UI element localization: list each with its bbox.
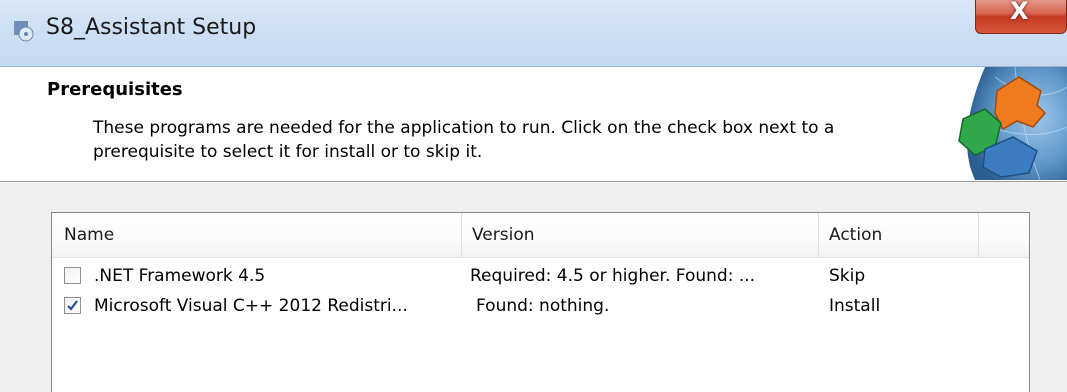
setup-app-icon (14, 21, 34, 42)
prerequisites-list[interactable]: Name Version Action .NET Framework 4.5 R… (51, 212, 1030, 392)
window-title: S8_Assistant Setup (46, 15, 257, 40)
page-title: Prerequisites (47, 79, 183, 100)
column-header-name[interactable]: Name (52, 213, 462, 257)
list-item[interactable]: Microsoft Visual C++ 2012 Redistri... Fo… (52, 291, 1029, 321)
prerequisite-name: Microsoft Visual C++ 2012 Redistri... (94, 296, 408, 316)
close-icon: X (1010, 0, 1029, 25)
list-item[interactable]: .NET Framework 4.5 Required: 4.5 or high… (52, 261, 1029, 291)
prerequisite-checkbox[interactable] (64, 297, 81, 314)
title-bar[interactable]: S8_Assistant Setup X (0, 0, 1067, 67)
page-description: These programs are needed for the applic… (93, 118, 835, 162)
header-banner: Prerequisites These programs are needed … (0, 67, 1067, 182)
prerequisite-name: .NET Framework 4.5 (94, 266, 266, 286)
prerequisite-version: Required: 4.5 or higher. Found: ... (470, 266, 756, 286)
setup-window: S8_Assistant Setup X Prerequisites These… (0, 0, 1067, 392)
prerequisite-checkbox[interactable] (64, 267, 81, 284)
prerequisite-action: Skip (829, 266, 866, 286)
close-button[interactable]: X (975, 0, 1067, 34)
prerequisite-action: Install (829, 296, 881, 316)
column-header-action[interactable]: Action (819, 213, 979, 257)
checkmark-icon (67, 300, 78, 311)
installer-logo-icon (958, 67, 1067, 180)
column-header-version[interactable]: Version (462, 213, 819, 257)
prerequisite-version: Found: nothing. (476, 296, 610, 316)
list-header: Name Version Action (52, 213, 1029, 258)
